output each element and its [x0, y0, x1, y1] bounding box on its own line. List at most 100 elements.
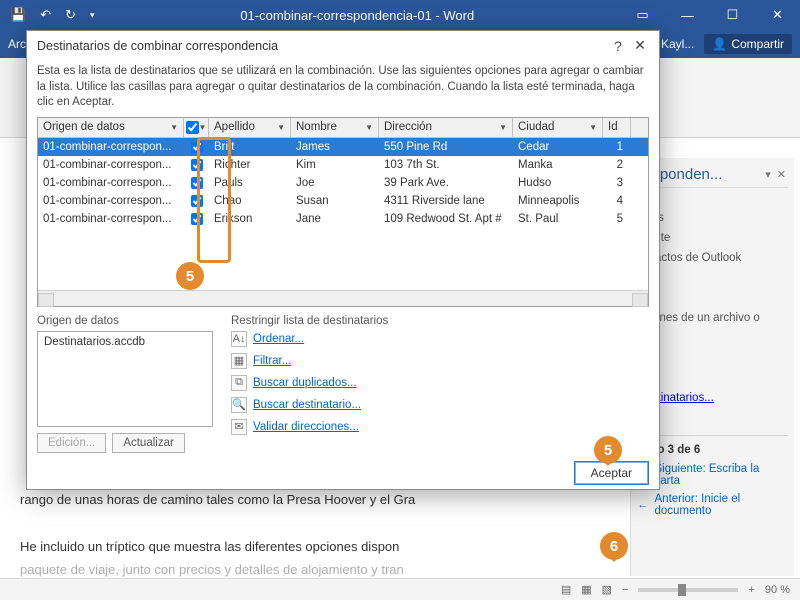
filter-link[interactable]: Filtrar...: [253, 355, 291, 367]
col-header-address[interactable]: Dirección▼: [379, 118, 513, 137]
table-row[interactable]: 01-combinar-correspon...EriksonJane109 R…: [38, 210, 648, 228]
prev-step-link[interactable]: ← Anterior: Inicie el documento: [637, 490, 788, 520]
cell-check[interactable]: [184, 213, 209, 225]
zoom-level[interactable]: 90 %: [765, 584, 790, 596]
title-bar: 💾 ↶ ↻ ▾ 01-combinar-correspondencia-01 -…: [0, 0, 800, 30]
cell-firstname: Susan: [291, 195, 379, 207]
cell-check[interactable]: [184, 195, 209, 207]
chevron-down-icon[interactable]: ▼: [499, 123, 507, 132]
cell-city: Manka: [513, 159, 603, 171]
refresh-datasource-button[interactable]: Actualizar: [112, 433, 185, 453]
col-header-source[interactable]: Origen de datos▼: [38, 118, 184, 137]
cell-source: 01-combinar-correspon...: [38, 159, 184, 171]
cell-id: 3: [603, 177, 631, 189]
row-checkbox[interactable]: [191, 177, 203, 189]
zoom-out-icon[interactable]: −: [622, 584, 628, 596]
callout-6: 6: [600, 532, 628, 560]
cell-lastname: Erikson: [209, 213, 291, 225]
cell-address: 103 7th St.: [379, 159, 513, 171]
find-icon: 🔍: [231, 397, 247, 413]
taskpane-close-icon[interactable]: ✕: [777, 168, 786, 181]
datasource-list[interactable]: Destinatarios.accdb: [37, 331, 213, 427]
table-row[interactable]: 01-combinar-correspon... ChaoSusan4311 Ri…: [38, 192, 648, 210]
cell-lastname: Pauls: [209, 177, 291, 189]
share-button[interactable]: 👤 Compartir: [704, 34, 792, 54]
cell-city: St. Paul: [513, 213, 603, 225]
validate-addresses-link[interactable]: Validar direcciones...: [253, 421, 359, 433]
cell-check[interactable]: [184, 177, 209, 189]
edit-datasource-button[interactable]: Edición...: [37, 433, 106, 453]
col-header-id[interactable]: Id: [603, 118, 631, 137]
recipients-grid: Origen de datos▼ ▼ Apellido▼ Nombre▼ Dir…: [37, 117, 649, 307]
cell-address: 4311 Riverside lane: [379, 195, 513, 207]
share-icon: 👤: [712, 37, 727, 51]
cell-check[interactable]: [184, 141, 209, 153]
doc-line: He incluido un tríptico que muestra las …: [20, 535, 510, 558]
row-checkbox[interactable]: [191, 141, 203, 153]
minimize-icon[interactable]: —: [665, 0, 710, 30]
ribbon-options-icon[interactable]: ▭: [620, 0, 665, 30]
sort-link[interactable]: Ordenar...: [253, 333, 304, 345]
datasource-panel: Origen de datos Destinatarios.accdb Edic…: [37, 315, 213, 453]
chevron-down-icon[interactable]: ▼: [170, 123, 178, 132]
view-print-icon[interactable]: ▦: [581, 583, 591, 596]
table-row[interactable]: 01-combinar-correspon...PaulsJoe39 Park …: [38, 174, 648, 192]
zoom-in-icon[interactable]: +: [748, 584, 754, 596]
row-checkbox[interactable]: [191, 213, 203, 225]
col-header-lastname[interactable]: Apellido▼: [209, 118, 291, 137]
cell-lastname: Chao: [209, 195, 291, 207]
chevron-down-icon[interactable]: ▼: [277, 123, 285, 132]
find-duplicates-link[interactable]: Buscar duplicados...: [253, 377, 357, 389]
close-window-icon[interactable]: ✕: [755, 0, 800, 30]
undo-icon[interactable]: ↶: [40, 7, 51, 23]
table-row[interactable]: 01-combinar-correspon... RichterKim103 7t…: [38, 156, 648, 174]
select-all-checkbox[interactable]: [186, 121, 199, 134]
cell-source: 01-combinar-correspon...: [38, 195, 184, 207]
cell-lastname: Britt: [209, 141, 291, 153]
row-checkbox[interactable]: [191, 159, 203, 171]
col-header-firstname[interactable]: Nombre▼: [291, 118, 379, 137]
table-row[interactable]: 01-combinar-correspon...BrittJames550 Pi…: [38, 138, 648, 156]
recipients-dialog: Destinatarios de combinar correspondenci…: [26, 30, 660, 490]
taskpane-dropdown-icon[interactable]: ▾: [765, 168, 771, 181]
cell-city: Cedar: [513, 141, 603, 153]
cell-id: 1: [603, 141, 631, 153]
close-icon[interactable]: ✕: [629, 37, 651, 54]
status-bar: ▤ ▦ ▧ − + 90 %: [0, 578, 800, 600]
validate-icon: ✉: [231, 419, 247, 435]
chevron-down-icon[interactable]: ▼: [365, 123, 373, 132]
maximize-icon[interactable]: ☐: [710, 0, 755, 30]
callout-5a: 5: [176, 262, 204, 290]
chevron-down-icon[interactable]: ▼: [199, 123, 207, 132]
sort-icon: A↓: [231, 331, 247, 347]
row-checkbox[interactable]: [191, 195, 203, 207]
user-name: Kayl...: [661, 37, 694, 51]
cell-lastname: Richter: [209, 159, 291, 171]
dialog-title: Destinatarios de combinar correspondenci…: [37, 39, 278, 53]
refine-panel: Restringir lista de destinatarios A↓Orde…: [231, 315, 388, 453]
grid-header: Origen de datos▼ ▼ Apellido▼ Nombre▼ Dir…: [38, 118, 648, 138]
zoom-slider[interactable]: [638, 588, 738, 592]
cell-firstname: Kim: [291, 159, 379, 171]
cell-address: 39 Park Ave.: [379, 177, 513, 189]
help-icon[interactable]: ?: [607, 38, 629, 54]
prev-step-label: Anterior: Inicie el documento: [655, 493, 789, 517]
save-icon[interactable]: 💾: [10, 7, 26, 23]
view-read-icon[interactable]: ▤: [561, 583, 571, 596]
cell-firstname: Jane: [291, 213, 379, 225]
share-label: Compartir: [731, 37, 784, 51]
cell-id: 5: [603, 213, 631, 225]
redo-icon[interactable]: ↻: [65, 7, 76, 23]
cell-source: 01-combinar-correspon...: [38, 177, 184, 189]
arrow-left-icon: ←: [637, 499, 649, 511]
chevron-down-icon[interactable]: ▼: [589, 123, 597, 132]
col-header-city[interactable]: Ciudad▼: [513, 118, 603, 137]
view-web-icon[interactable]: ▧: [602, 583, 612, 596]
col-header-check[interactable]: ▼: [184, 118, 209, 137]
cell-check[interactable]: [184, 159, 209, 171]
next-step-label: Siguiente: Escriba la carta: [655, 463, 789, 487]
tab-file[interactable]: Arc: [8, 37, 26, 51]
find-recipient-link[interactable]: Buscar destinatario...: [253, 399, 361, 411]
cell-source: 01-combinar-correspon...: [38, 141, 184, 153]
horizontal-scrollbar[interactable]: [38, 290, 648, 306]
